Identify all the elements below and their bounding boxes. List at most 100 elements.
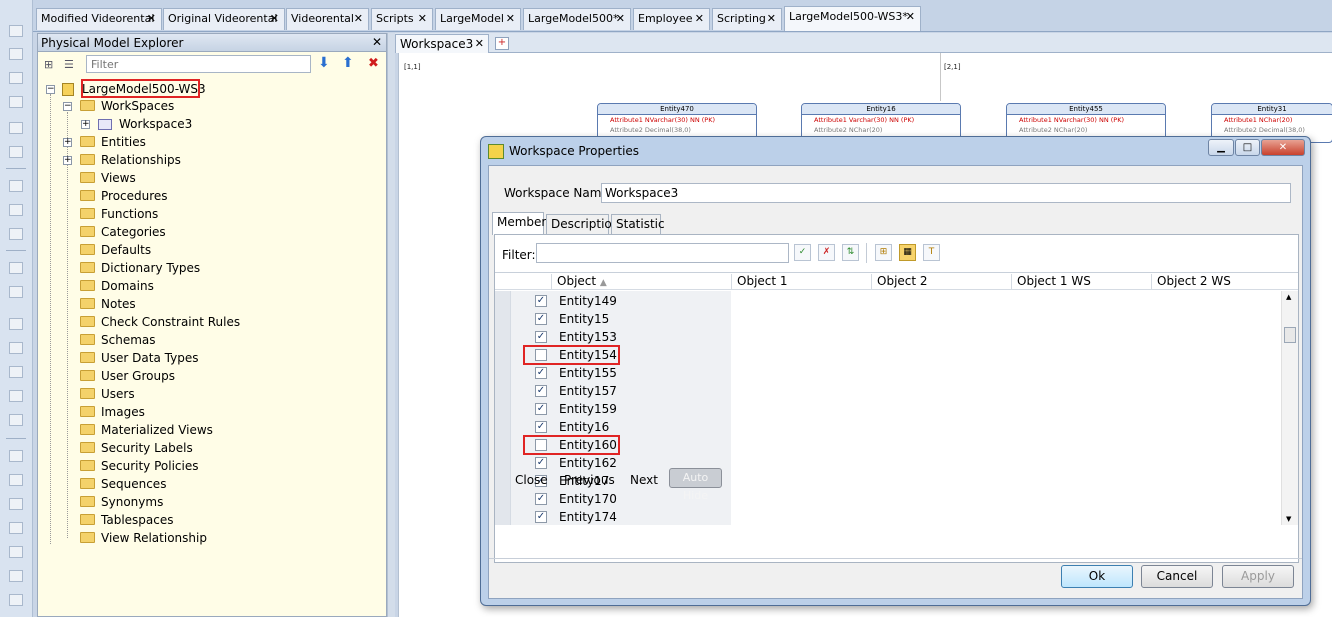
filter-columns-icon[interactable]: T: [923, 244, 940, 261]
table-row[interactable]: ✓ Entity159: [495, 400, 731, 418]
close-icon[interactable]: ✕: [354, 12, 363, 25]
member-checkbox[interactable]: ✓: [535, 295, 547, 307]
scroll-down-icon[interactable]: ▼: [1286, 515, 1291, 523]
arrow-down-icon[interactable]: ⬇: [318, 55, 330, 71]
tree-item-entities[interactable]: Entities: [80, 135, 146, 153]
shape-tool-icon[interactable]: [9, 228, 23, 240]
close-icon[interactable]: ✕: [475, 37, 484, 50]
tree-item-notes[interactable]: Notes: [80, 297, 136, 315]
tree-item-sequences[interactable]: Sequences: [80, 477, 166, 495]
tree-item-users[interactable]: Users: [80, 387, 135, 405]
cancel-button[interactable]: Cancel: [1141, 565, 1213, 588]
explorer-filter-input[interactable]: [86, 55, 311, 73]
tree-item-workspaces[interactable]: WorkSpaces: [80, 99, 174, 117]
doc-tab-largemodel500-ws3[interactable]: LargeModel500-WS3* ✕: [784, 6, 921, 31]
doc-tab-original-videorental[interactable]: Original Videorental ✕: [163, 8, 285, 30]
close-icon[interactable]: ✕: [270, 12, 279, 25]
align-left-icon[interactable]: [9, 262, 23, 274]
tree-item-security-labels[interactable]: Security Labels: [80, 441, 193, 459]
tree-item-synonyms[interactable]: Synonyms: [80, 495, 163, 513]
layout-icon[interactable]: [9, 522, 23, 534]
workspace-name-field[interactable]: [601, 183, 1291, 203]
next-button[interactable]: Next: [630, 473, 658, 487]
doc-tab-modified-videorental[interactable]: Modified Videorental ✕: [36, 8, 162, 30]
table-row[interactable]: ✓ Entity16: [495, 418, 731, 436]
tab-workspace3[interactable]: Workspace3 ✕: [395, 34, 489, 53]
tree-item-defaults[interactable]: Defaults: [80, 243, 151, 261]
tree-item-categories[interactable]: Categories: [80, 225, 166, 243]
member-checkbox[interactable]: ✓: [535, 511, 547, 523]
select-tool-icon[interactable]: [9, 25, 23, 37]
tab-members[interactable]: Members: [492, 212, 553, 235]
maximize-icon[interactable]: □: [1235, 139, 1260, 156]
table-row[interactable]: ✓ Entity15: [495, 310, 731, 328]
tree-item-tablespaces[interactable]: Tablespaces: [80, 513, 174, 531]
identifying-rel-icon[interactable]: [9, 122, 23, 134]
panel-splitter[interactable]: [387, 33, 395, 617]
tree-item-user-data-types[interactable]: User Data Types: [80, 351, 198, 369]
doc-tab-scripting[interactable]: Scripting ✕: [712, 8, 782, 30]
entity-tool-icon[interactable]: [9, 48, 23, 60]
tab-description[interactable]: Description: [546, 214, 619, 234]
close-icon[interactable]: ✕: [372, 35, 382, 49]
close-icon[interactable]: ✕: [418, 12, 427, 25]
member-checkbox[interactable]: ✓: [535, 403, 547, 415]
column-header-object-2[interactable]: Object 2: [871, 274, 1011, 290]
minimize-icon[interactable]: ▁: [1208, 139, 1234, 156]
table-row[interactable]: ✓ Entity155: [495, 364, 731, 382]
grid-view-icon[interactable]: ▦: [899, 244, 916, 261]
align-middle-icon[interactable]: [9, 366, 23, 378]
tree-icon[interactable]: ⊞: [44, 58, 53, 71]
tree-item-images[interactable]: Images: [80, 405, 145, 423]
member-checkbox[interactable]: ✓: [535, 331, 547, 343]
close-icon[interactable]: ✕: [695, 12, 704, 25]
auto-hide-button[interactable]: Auto Hide: [669, 468, 722, 502]
non-identifying-rel-icon[interactable]: [9, 146, 23, 158]
fit-icon[interactable]: [9, 498, 23, 510]
tree-item-domains[interactable]: Domains: [80, 279, 154, 297]
close-icon[interactable]: ✕: [506, 12, 515, 25]
column-header-object[interactable]: Object ▲: [551, 274, 731, 290]
close-icon[interactable]: ✕: [147, 12, 156, 25]
align-top-icon[interactable]: [9, 342, 23, 354]
close-icon[interactable]: ✕: [1261, 139, 1305, 156]
member-checkbox[interactable]: ✓: [535, 421, 547, 433]
doc-tab-largemodel[interactable]: LargeModel ✕: [435, 8, 521, 30]
member-checkbox[interactable]: ✓: [535, 457, 547, 469]
uncheck-all-icon[interactable]: ✗: [818, 244, 835, 261]
scroll-up-icon[interactable]: ▲: [1286, 293, 1291, 301]
member-checkbox[interactable]: ✓: [535, 367, 547, 379]
collapse-toggle[interactable]: −: [63, 102, 72, 111]
grid-icon[interactable]: [9, 570, 23, 582]
tree-view-icon[interactable]: ⊞: [875, 244, 892, 261]
column-header-object-2-ws[interactable]: Object 2 WS: [1151, 274, 1298, 290]
tree-item-security-policies[interactable]: Security Policies: [80, 459, 198, 477]
page-icon[interactable]: [9, 594, 23, 606]
table-row[interactable]: ✓ Entity149: [495, 292, 731, 310]
column-header-object-1-ws[interactable]: Object 1 WS: [1011, 274, 1151, 290]
tree-item-functions[interactable]: Functions: [80, 207, 158, 225]
tree-item-user-groups[interactable]: User Groups: [80, 369, 175, 387]
invert-check-icon[interactable]: ⇅: [842, 244, 859, 261]
scrollbar-thumb[interactable]: [1284, 327, 1296, 343]
ok-button[interactable]: Ok: [1061, 565, 1133, 588]
tree-item-relationships[interactable]: Relationships: [80, 153, 181, 171]
doc-tab-largemodel500[interactable]: LargeModel500* ✕: [523, 8, 631, 30]
tree-item-materialized-views[interactable]: Materialized Views: [80, 423, 213, 441]
member-checkbox[interactable]: ✓: [535, 313, 547, 325]
align-bottom-icon[interactable]: [9, 390, 23, 402]
relationship-tool-icon[interactable]: [9, 96, 23, 108]
doc-tab-videorental[interactable]: Videorental ✕: [286, 8, 369, 30]
table-row[interactable]: ✓ Entity157: [495, 382, 731, 400]
members-filter-input[interactable]: [536, 243, 789, 263]
member-checkbox[interactable]: ✓: [535, 385, 547, 397]
check-all-icon[interactable]: ✓: [794, 244, 811, 261]
list-icon[interactable]: ☰: [64, 58, 74, 71]
zoom-in-icon[interactable]: [9, 450, 23, 462]
close-icon[interactable]: ✕: [906, 10, 915, 23]
vertical-scrollbar[interactable]: ▲ ▼: [1281, 291, 1298, 525]
tree-item-views[interactable]: Views: [80, 171, 136, 189]
distribute-icon[interactable]: [9, 414, 23, 426]
tree-item-schemas[interactable]: Schemas: [80, 333, 156, 351]
note-tool-icon[interactable]: [9, 180, 23, 192]
